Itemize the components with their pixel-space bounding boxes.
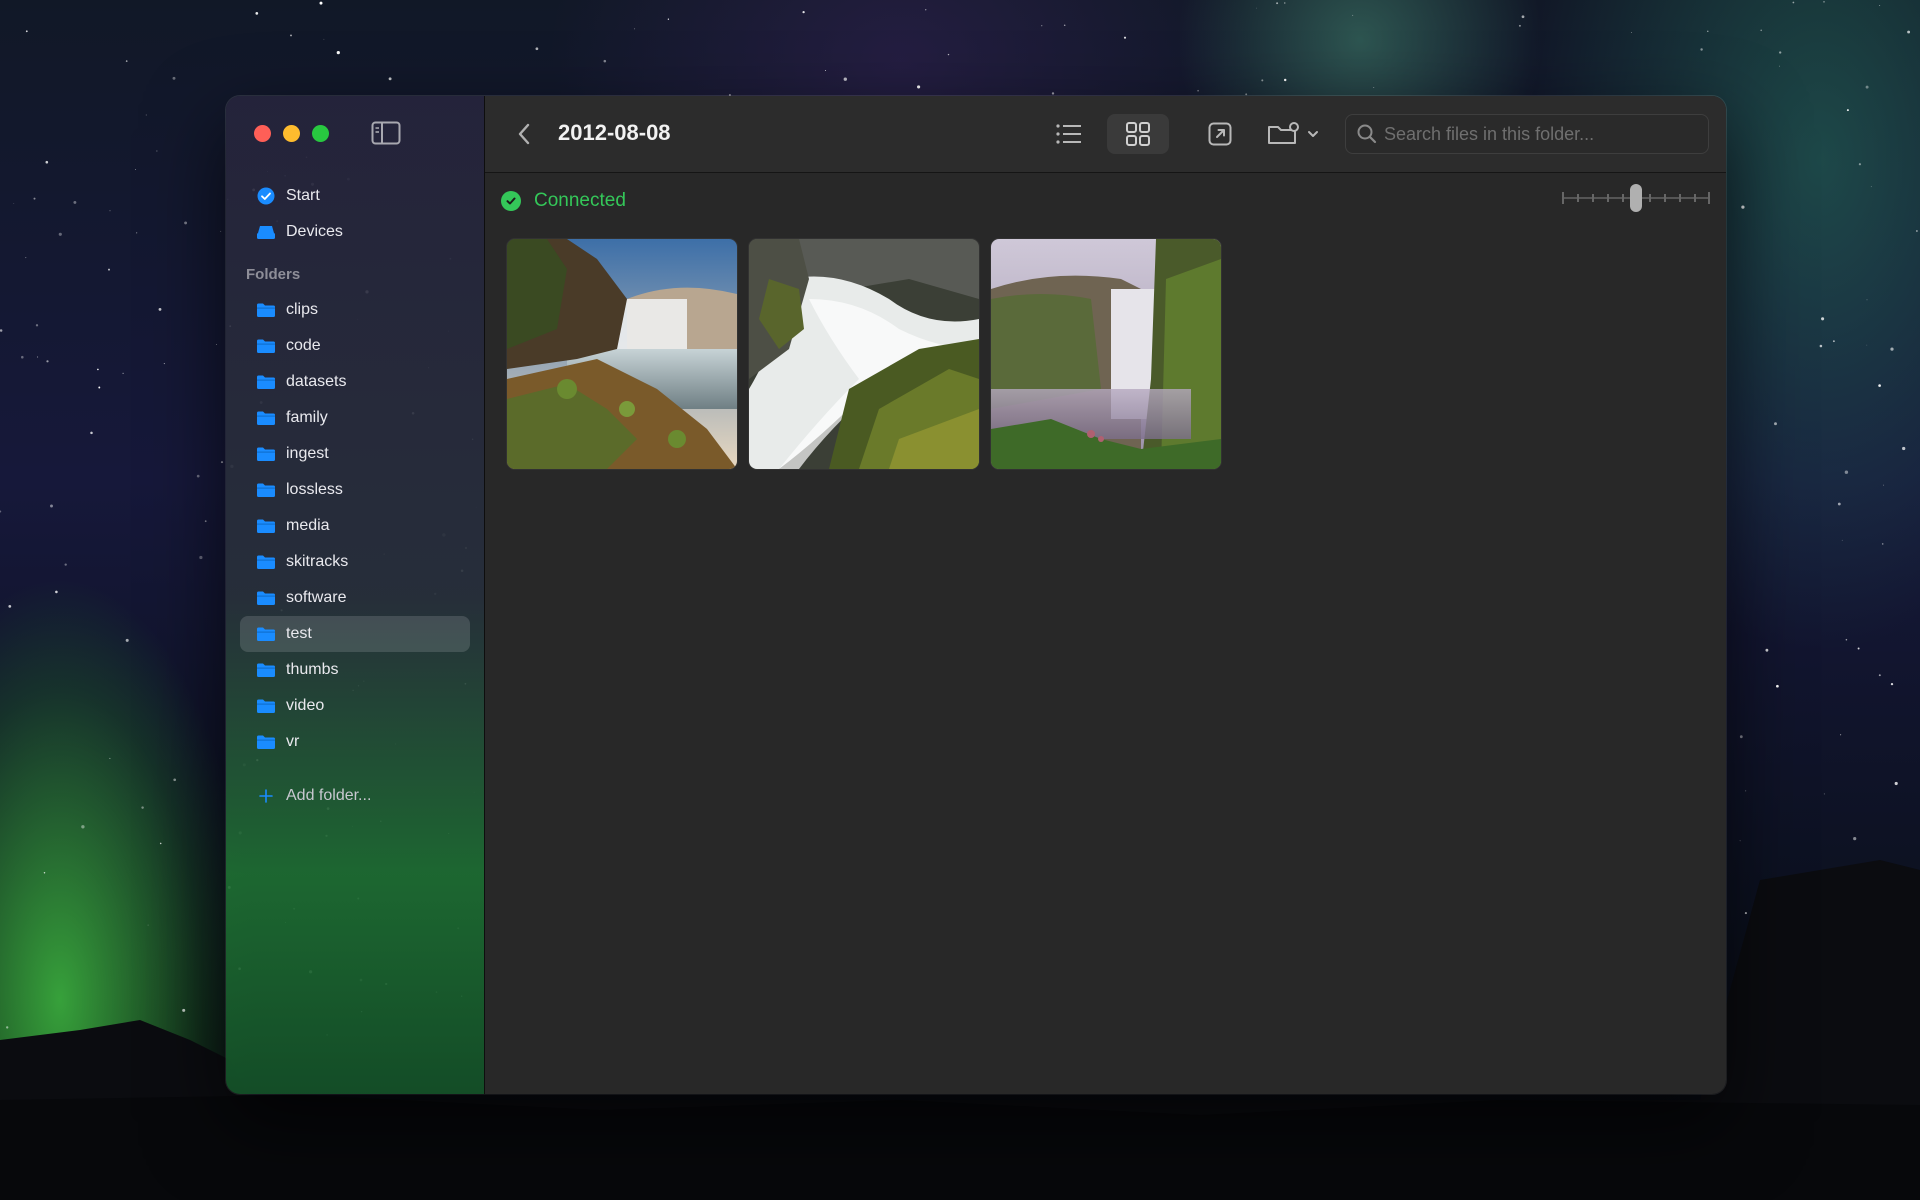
folder-icon xyxy=(256,480,276,500)
sidebar-item-video[interactable]: video xyxy=(240,688,470,724)
sidebar-item-code[interactable]: code xyxy=(240,328,470,364)
list-view-button[interactable] xyxy=(1047,114,1091,154)
sidebar-item-label: skitracks xyxy=(286,553,349,570)
plus-icon xyxy=(256,786,276,806)
sidebar: Start Devices Folders clips code datasets f… xyxy=(226,96,485,1094)
folder-icon xyxy=(256,660,276,680)
folder-icon xyxy=(256,696,276,716)
folder-icon xyxy=(256,732,276,752)
sidebar-item-thumbs[interactable]: thumbs xyxy=(240,652,470,688)
back-button[interactable] xyxy=(513,120,535,148)
sidebar-item-label: ingest xyxy=(286,445,329,462)
add-folder-button[interactable]: Add folder... xyxy=(240,778,470,814)
main-content: 2012-08-08 Search files in this folder..… xyxy=(485,96,1726,1094)
grid-view-button[interactable] xyxy=(1107,114,1169,154)
finder-window: Start Devices Folders clips code datasets f… xyxy=(226,96,1726,1094)
sidebar-item-datasets[interactable]: datasets xyxy=(240,364,470,400)
sidebar-toggle-icon[interactable] xyxy=(371,121,401,145)
checkmark-badge-icon xyxy=(256,186,276,206)
folder-gear-icon xyxy=(1268,122,1318,144)
sidebar-item-label: media xyxy=(286,517,330,534)
list-icon xyxy=(1056,124,1081,144)
sidebar-item-start[interactable]: Start xyxy=(240,178,470,214)
sidebar-item-clips[interactable]: clips xyxy=(240,292,470,328)
sidebar-item-label: clips xyxy=(286,301,319,318)
folder-icon xyxy=(256,300,276,320)
connection-status: Connected xyxy=(501,190,626,212)
connection-status-label: Connected xyxy=(534,190,626,211)
zoom-window-button[interactable] xyxy=(312,125,329,142)
sidebar-item-ingest[interactable]: ingest xyxy=(240,436,470,472)
minimize-window-button[interactable] xyxy=(283,125,300,142)
add-folder-label: Add folder... xyxy=(286,787,372,804)
sidebar-item-test[interactable]: test xyxy=(240,616,470,652)
open-external-button[interactable] xyxy=(1202,114,1238,154)
open-external-icon xyxy=(1208,122,1232,146)
search-icon xyxy=(1357,124,1377,144)
folder-list: clips code datasets family ingest lossless med… xyxy=(240,292,470,760)
waterfall-thumbnail-1[interactable] xyxy=(507,239,737,469)
sidebar-item-devices[interactable]: Devices xyxy=(240,214,470,250)
folder-icon xyxy=(256,588,276,608)
thumbnail-grid xyxy=(507,239,1221,469)
folder-icon xyxy=(256,372,276,392)
slider-thumb xyxy=(1630,184,1642,212)
page-title: 2012-08-08 xyxy=(558,120,671,145)
sidebar-item-label: Devices xyxy=(286,223,343,240)
sidebar-item-vr[interactable]: vr xyxy=(240,724,470,760)
folder-icon xyxy=(256,336,276,356)
folder-icon xyxy=(256,552,276,572)
folders-section-label: Folders xyxy=(246,266,301,283)
waterfall-thumbnail-2[interactable] xyxy=(749,239,979,469)
chevron-left-icon xyxy=(518,123,530,145)
sidebar-item-media[interactable]: media xyxy=(240,508,470,544)
sidebar-item-label: thumbs xyxy=(286,661,339,678)
sidebar-item-lossless[interactable]: lossless xyxy=(240,472,470,508)
sidebar-item-label: lossless xyxy=(286,481,343,498)
search-field[interactable] xyxy=(1345,114,1709,154)
sidebar-item-software[interactable]: software xyxy=(240,580,470,616)
sidebar-nav: Start Devices Folders clips code datasets f… xyxy=(240,178,470,814)
sidebar-item-label: software xyxy=(286,589,347,606)
folder-icon xyxy=(256,624,276,644)
close-window-button[interactable] xyxy=(254,125,271,142)
search-input[interactable] xyxy=(1378,123,1708,145)
waterfall-thumbnail-3[interactable] xyxy=(991,239,1221,469)
thumbnail-size-slider[interactable] xyxy=(1560,182,1712,212)
folder-actions-menu-button[interactable] xyxy=(1265,114,1325,154)
toolbar: 2012-08-08 xyxy=(485,96,1726,173)
window-controls xyxy=(254,125,329,142)
sidebar-item-label: vr xyxy=(286,733,300,750)
sidebar-item-label: Start xyxy=(286,187,320,204)
sidebar-item-label: code xyxy=(286,337,321,354)
sidebar-item-label: family xyxy=(286,409,328,426)
sidebar-item-label: datasets xyxy=(286,373,347,390)
grid-icon xyxy=(1126,122,1150,146)
devices-icon xyxy=(256,222,276,242)
folder-icon xyxy=(256,408,276,428)
sidebar-item-label: test xyxy=(286,625,312,642)
sidebar-item-label: video xyxy=(286,697,325,714)
folder-icon xyxy=(256,444,276,464)
checkmark-circle-icon xyxy=(501,191,521,211)
sidebar-item-skitracks[interactable]: skitracks xyxy=(240,544,470,580)
folder-icon xyxy=(256,516,276,536)
sidebar-item-family[interactable]: family xyxy=(240,400,470,436)
